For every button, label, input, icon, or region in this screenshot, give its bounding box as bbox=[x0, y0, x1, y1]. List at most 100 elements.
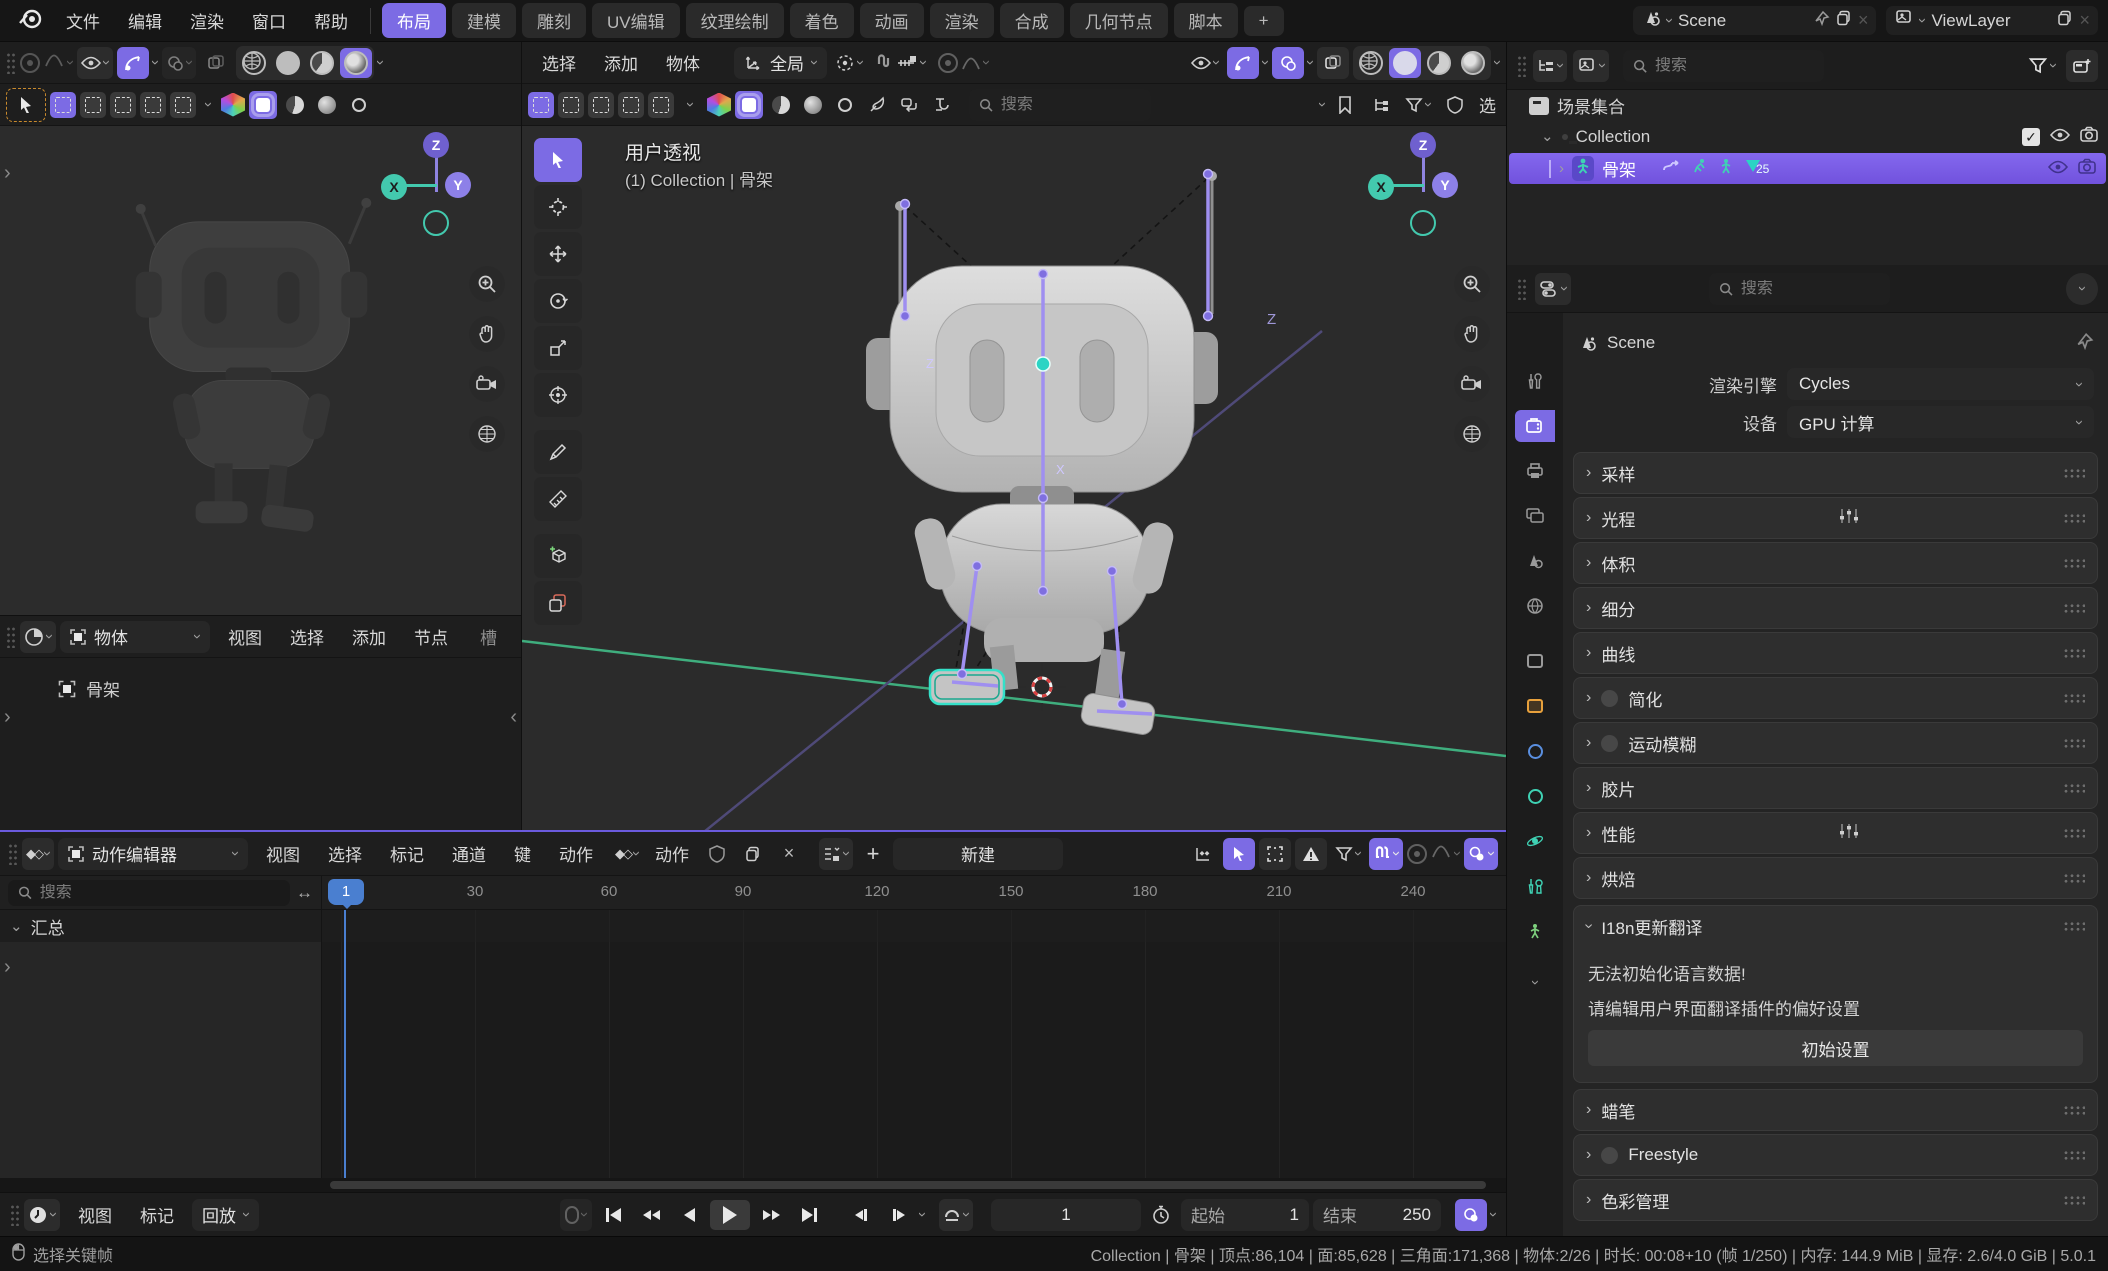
select-mode-invert[interactable] bbox=[618, 92, 644, 118]
tab-render[interactable] bbox=[1515, 410, 1555, 442]
shading-solid[interactable] bbox=[272, 48, 304, 78]
transform-orientation-dropdown[interactable]: 全局 › bbox=[734, 47, 827, 79]
properties-search-input[interactable] bbox=[1741, 280, 1880, 298]
outliner-row-scene-collection[interactable]: 场景集合 bbox=[1507, 90, 2108, 121]
sidebar-collapse-arrow[interactable]: ‹ bbox=[510, 706, 517, 729]
step-forward-button[interactable] bbox=[882, 1200, 916, 1230]
menu-item[interactable]: 添加 bbox=[338, 624, 400, 649]
select-mode-intersect[interactable] bbox=[648, 92, 674, 118]
falloff-curve-icon[interactable] bbox=[44, 52, 64, 73]
move-tool[interactable] bbox=[534, 232, 582, 276]
gizmo-axis-y[interactable]: Y bbox=[1432, 172, 1458, 198]
drag-grip-icon[interactable] bbox=[2063, 603, 2085, 614]
scrollbar-thumb[interactable] bbox=[330, 1181, 1486, 1189]
drag-grip-icon[interactable] bbox=[2063, 828, 2085, 839]
slot-label[interactable]: 槽 bbox=[466, 624, 511, 649]
menu-item[interactable]: 窗口 bbox=[238, 8, 300, 33]
camera-view-icon[interactable] bbox=[469, 366, 505, 402]
rotate-tool[interactable] bbox=[534, 279, 582, 323]
pass-combined[interactable] bbox=[735, 91, 763, 119]
editor-type-button[interactable]: › bbox=[24, 1199, 60, 1231]
channel-search-input[interactable] bbox=[40, 884, 280, 902]
panel-toggle-circle[interactable] bbox=[1601, 1147, 1618, 1164]
gizmo-axis-minus-z[interactable] bbox=[1410, 210, 1436, 236]
pan-hand-icon[interactable] bbox=[1454, 316, 1490, 352]
current-frame-marker[interactable]: 1 bbox=[328, 879, 364, 905]
eye-icon[interactable] bbox=[2050, 127, 2070, 147]
zoom-icon[interactable] bbox=[469, 266, 505, 302]
gizmo-axis-z[interactable]: Z bbox=[423, 132, 449, 158]
properties-panel-header[interactable]: › 曲线 bbox=[1574, 633, 2097, 673]
editor-type-button[interactable]: ◆◇ › bbox=[22, 838, 54, 870]
edit-cursor-toggle[interactable] bbox=[1223, 838, 1255, 870]
drag-grip-icon[interactable] bbox=[2063, 783, 2085, 794]
tab-world[interactable] bbox=[1515, 590, 1555, 622]
pivot-dropdown[interactable]: › bbox=[1464, 838, 1498, 870]
filter-icon[interactable]: › bbox=[1331, 838, 1365, 870]
workspace-tab[interactable]: UV编辑 bbox=[592, 3, 680, 38]
chevron-down-icon[interactable]: › bbox=[148, 60, 163, 65]
step-back-button[interactable] bbox=[844, 1200, 878, 1230]
menu-item[interactable]: 编辑 bbox=[114, 8, 176, 33]
shader-type-dropdown[interactable]: 物体 › bbox=[60, 621, 210, 653]
warning-filter-icon[interactable] bbox=[1295, 838, 1327, 870]
shading-solid[interactable] bbox=[1389, 48, 1421, 78]
eye-icon[interactable] bbox=[2048, 159, 2068, 179]
properties-panel-header[interactable]: › 简化 bbox=[1574, 678, 2097, 718]
menu-item[interactable]: 视图 bbox=[252, 841, 314, 866]
prev-keyframe-button[interactable] bbox=[634, 1200, 668, 1230]
pass-swap[interactable] bbox=[895, 91, 923, 119]
panel-toggle-circle[interactable] bbox=[1601, 690, 1618, 707]
xray-toggle[interactable] bbox=[1317, 47, 1349, 79]
gizmo-axis-y[interactable]: Y bbox=[445, 172, 471, 198]
properties-panel-header[interactable]: › 胶片 bbox=[1574, 768, 2097, 808]
shading-wireframe[interactable] bbox=[1355, 48, 1387, 78]
drag-grip-icon[interactable] bbox=[2063, 873, 2085, 884]
tab-tool[interactable] bbox=[1515, 365, 1555, 397]
measure-tool[interactable] bbox=[534, 477, 582, 521]
editor-type-button[interactable]: › bbox=[1535, 273, 1571, 305]
channel-search[interactable] bbox=[8, 880, 290, 906]
select-mode-intersect[interactable] bbox=[170, 92, 196, 118]
workspace-tab[interactable]: 合成 bbox=[1000, 3, 1064, 38]
keyframe-area[interactable] bbox=[322, 910, 1506, 1178]
horizontal-scrollbar[interactable] bbox=[0, 1178, 1506, 1192]
i18n-panel-header[interactable]: › I18n更新翻译 bbox=[1574, 906, 2097, 946]
pass-environment[interactable] bbox=[345, 91, 373, 119]
drag-grip-icon[interactable] bbox=[2063, 1105, 2085, 1116]
properties-panel-header[interactable]: › 性能 bbox=[1574, 813, 2097, 853]
workspace-tab[interactable]: 脚本 bbox=[1174, 3, 1238, 38]
pass-ao[interactable] bbox=[799, 91, 827, 119]
breadcrumb-scene[interactable]: Scene bbox=[1607, 333, 1655, 353]
pass-combined[interactable] bbox=[249, 91, 277, 119]
select-mode-new[interactable] bbox=[50, 92, 76, 118]
add-cube-tool[interactable] bbox=[534, 534, 582, 578]
workspace-tab[interactable]: + bbox=[1244, 6, 1284, 36]
resize-handle-icon[interactable]: ↔ bbox=[296, 883, 313, 903]
chevron-down-icon[interactable]: › bbox=[1303, 60, 1318, 65]
options-chevron[interactable]: › bbox=[2066, 273, 2098, 305]
menu-item[interactable]: 通道 bbox=[438, 841, 500, 866]
display-mode-dropdown[interactable]: › bbox=[1573, 50, 1609, 82]
chevron-down-icon[interactable]: › bbox=[1315, 102, 1330, 107]
pass-ao[interactable] bbox=[313, 91, 341, 119]
menu-item[interactable]: 添加 bbox=[590, 50, 652, 75]
sliders-icon[interactable] bbox=[1838, 507, 1860, 530]
scene-selector[interactable]: › Scene × bbox=[1633, 6, 1877, 35]
gizmo-axis-z[interactable]: Z bbox=[1410, 132, 1436, 158]
drag-grip-icon[interactable] bbox=[2063, 513, 2085, 524]
play-reverse-button[interactable] bbox=[672, 1200, 706, 1230]
chevron-down-icon[interactable]: › bbox=[201, 102, 216, 107]
workspace-tab[interactable]: 雕刻 bbox=[522, 3, 586, 38]
drag-grip-icon[interactable] bbox=[2063, 558, 2085, 569]
menu-item[interactable]: 视图 bbox=[64, 1202, 126, 1227]
duplicate-tool[interactable] bbox=[534, 581, 582, 625]
snapping-group[interactable]: › bbox=[871, 47, 930, 79]
select-mode-extend[interactable] bbox=[558, 92, 584, 118]
current-frame-line[interactable] bbox=[344, 910, 346, 1178]
annotate-tool[interactable] bbox=[534, 430, 582, 474]
select-mode-invert[interactable] bbox=[140, 92, 166, 118]
drag-grip-icon[interactable] bbox=[10, 1204, 20, 1226]
workspace-tab[interactable]: 着色 bbox=[790, 3, 854, 38]
playback-dropdown[interactable]: 回放 › bbox=[192, 1199, 259, 1231]
